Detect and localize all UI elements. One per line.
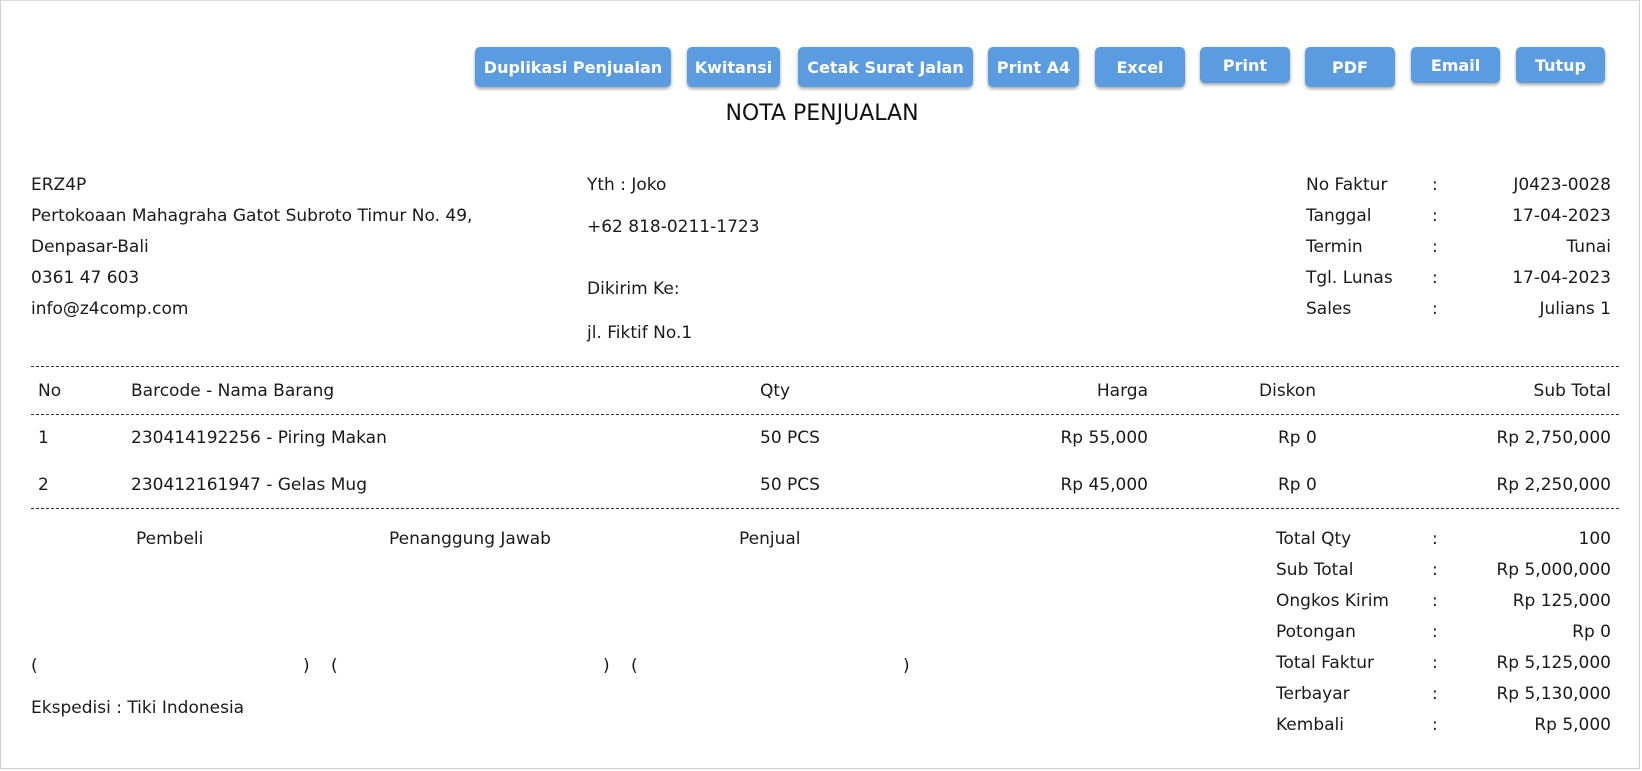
- col-header-no: No: [38, 381, 62, 401]
- print-button[interactable]: Print: [1200, 47, 1290, 83]
- total-label: Terbayar: [1276, 684, 1350, 704]
- total-colon: :: [1432, 591, 1438, 611]
- cell-no: 2: [38, 475, 49, 495]
- total-label: Ongkos Kirim: [1276, 591, 1389, 611]
- ekspedisi-text: Ekspedisi : Tiki Indonesia: [31, 698, 245, 718]
- col-header-harga: Harga: [1096, 381, 1148, 401]
- total-label: Total Faktur: [1276, 653, 1375, 673]
- company-name: ERZ4P: [31, 175, 87, 195]
- total-value: Rp 5,125,000: [1496, 653, 1611, 673]
- signature-penjual-label: Penjual: [739, 529, 801, 549]
- total-value: Rp 0: [1572, 622, 1611, 642]
- company-email: info@z4comp.com: [31, 299, 189, 319]
- cetak-surat-jalan-button[interactable]: Cetak Surat Jalan: [798, 47, 973, 87]
- signature-bracket-open: (: [631, 656, 638, 676]
- cell-harga: Rp 45,000: [1060, 475, 1149, 495]
- duplikasi-penjualan-button[interactable]: Duplikasi Penjualan: [475, 47, 671, 87]
- total-label: Total Qty: [1276, 529, 1352, 549]
- total-label: Kembali: [1276, 715, 1344, 735]
- cell-harga: Rp 55,000: [1060, 428, 1149, 448]
- signature-bracket-close: ): [603, 656, 610, 676]
- cell-diskon: Rp 0: [1278, 428, 1317, 448]
- cell-subtotal: Rp 2,250,000: [1496, 475, 1611, 495]
- meta-colon: :: [1432, 206, 1438, 226]
- print-a4-button[interactable]: Print A4: [988, 47, 1079, 87]
- total-colon: :: [1432, 529, 1438, 549]
- dikirim-label: Dikirim Ke:: [587, 279, 680, 299]
- meta-colon: :: [1432, 299, 1438, 319]
- col-header-item: Barcode - Nama Barang: [131, 381, 335, 401]
- total-colon: :: [1432, 622, 1438, 642]
- meta-value-tgl-lunas: 17-04-2023: [1512, 268, 1611, 288]
- meta-label: Termin: [1306, 237, 1363, 257]
- invoice-page: Duplikasi Penjualan Kwitansi Cetak Surat…: [0, 0, 1640, 769]
- col-header-qty: Qty: [760, 381, 791, 401]
- meta-colon: :: [1432, 237, 1438, 257]
- meta-value-termin: Tunai: [1566, 237, 1612, 257]
- meta-value-tanggal: 17-04-2023: [1512, 206, 1611, 226]
- divider: [31, 508, 1619, 509]
- company-address-line2: Denpasar-Bali: [31, 237, 149, 257]
- page-title: NOTA PENJUALAN: [725, 101, 919, 126]
- meta-label: Tgl. Lunas: [1306, 268, 1393, 288]
- col-header-subtotal: Sub Total: [1533, 381, 1611, 401]
- cell-diskon: Rp 0: [1278, 475, 1317, 495]
- shipping-address: jl. Fiktif No.1: [587, 323, 693, 343]
- divider: [31, 366, 1619, 367]
- cell-qty: 50 PCS: [760, 428, 820, 448]
- cell-item: 230412161947 - Gelas Mug: [131, 475, 367, 495]
- signature-bracket-open: (: [331, 656, 338, 676]
- cell-subtotal: Rp 2,750,000: [1496, 428, 1611, 448]
- total-value: Rp 5,000: [1534, 715, 1611, 735]
- cell-no: 1: [38, 428, 49, 448]
- company-phone: 0361 47 603: [31, 268, 140, 288]
- cell-item: 230414192256 - Piring Makan: [131, 428, 387, 448]
- meta-label: Sales: [1306, 299, 1352, 319]
- total-label: Potongan: [1276, 622, 1356, 642]
- pdf-button[interactable]: PDF: [1305, 47, 1395, 87]
- kwitansi-button[interactable]: Kwitansi: [687, 47, 780, 87]
- total-value: 100: [1578, 529, 1611, 549]
- meta-colon: :: [1432, 268, 1438, 288]
- total-colon: :: [1432, 653, 1438, 673]
- signature-penanggung-label: Penanggung Jawab: [389, 529, 551, 549]
- signature-pembeli-label: Pembeli: [136, 529, 204, 549]
- signature-bracket-close: ): [903, 656, 910, 676]
- total-label: Sub Total: [1276, 560, 1354, 580]
- company-address-line1: Pertokoaan Mahagraha Gatot Subroto Timur…: [31, 206, 473, 226]
- total-colon: :: [1432, 560, 1438, 580]
- cell-qty: 50 PCS: [760, 475, 820, 495]
- email-button[interactable]: Email: [1411, 47, 1500, 83]
- yth-label: Yth :: [587, 175, 626, 195]
- total-value: Rp 5,000,000: [1496, 560, 1611, 580]
- total-value: Rp 5,130,000: [1496, 684, 1611, 704]
- total-colon: :: [1432, 715, 1438, 735]
- total-colon: :: [1432, 684, 1438, 704]
- excel-button[interactable]: Excel: [1095, 47, 1185, 87]
- meta-value-no-faktur: J0423-0028: [1513, 175, 1611, 195]
- tutup-button[interactable]: Tutup: [1516, 47, 1605, 83]
- customer-name: Joko: [631, 175, 667, 195]
- meta-colon: :: [1432, 175, 1438, 195]
- customer-phone: +62 818-0211-1723: [587, 217, 760, 237]
- customer-line: Yth : Joko: [587, 175, 666, 195]
- total-value: Rp 125,000: [1512, 591, 1611, 611]
- col-header-diskon: Diskon: [1259, 381, 1317, 401]
- meta-label: No Faktur: [1306, 175, 1388, 195]
- signature-bracket-close: ): [303, 656, 310, 676]
- divider: [31, 414, 1619, 415]
- meta-value-sales: Julians 1: [1539, 299, 1611, 319]
- signature-bracket-open: (: [31, 656, 38, 676]
- meta-label: Tanggal: [1306, 206, 1372, 226]
